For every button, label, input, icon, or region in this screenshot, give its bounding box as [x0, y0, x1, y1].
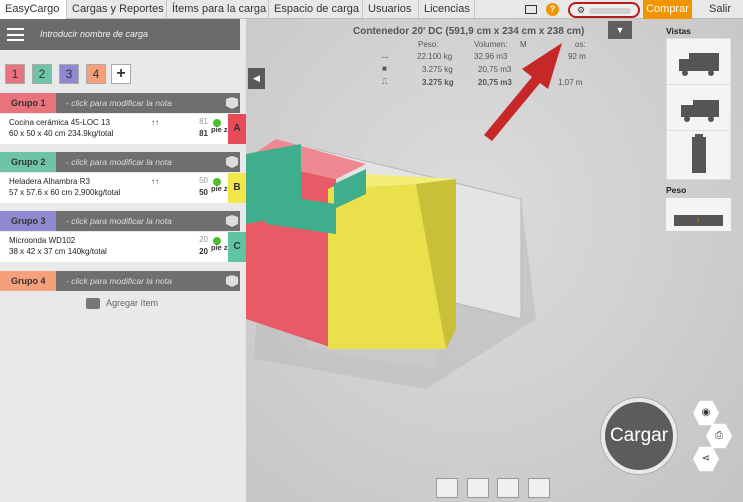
group-tab-1[interactable]: 1	[5, 64, 25, 84]
mail-icon[interactable]	[525, 5, 537, 14]
item-dims: 38 x 42 x 37 cm 140kg/total	[9, 247, 107, 256]
orientation-icon: ↑↑	[151, 118, 159, 127]
truck-top-icon	[692, 134, 706, 173]
group-header-2[interactable]: Grupo 2 - click para modificar la nota	[0, 152, 240, 172]
bottom-tool-ban[interactable]	[497, 478, 519, 498]
print-icon: ⎙	[715, 430, 723, 441]
group-note[interactable]: - click para modificar la nota	[66, 271, 172, 291]
item-dims: 60 x 50 x 40 cm 234.9kg/total	[9, 129, 114, 138]
item-name: Cocina cerámica 45-LOC 13	[9, 118, 110, 127]
item-name: Microonda WD102	[9, 236, 76, 245]
group-label: Grupo 1	[0, 93, 56, 113]
group-note[interactable]: - click para modificar la nota	[66, 211, 172, 231]
list-item[interactable]: Microonda WD102 38 x 42 x 37 cm 140kg/to…	[0, 232, 246, 262]
group-label: Grupo 2	[0, 152, 56, 172]
help-icon[interactable]: ?	[546, 3, 559, 16]
group-note[interactable]: - click para modificar la nota	[66, 152, 172, 172]
load-name-input[interactable]: Introducir nombre de carga	[40, 29, 148, 39]
peso-loaded: 3.275 kg	[422, 65, 453, 74]
comprar-button[interactable]: Comprar	[643, 0, 692, 19]
list-item[interactable]: Heladera Alhambra R3 57 x 57.6 x 60 cm 2…	[0, 173, 246, 203]
collapse-panel-button[interactable]: ◀	[248, 68, 265, 89]
share-icon: ⋖	[701, 453, 711, 464]
quantity-loaded: 20	[199, 235, 208, 244]
red-arrow-annotation	[484, 43, 562, 141]
load-icon: ■	[382, 64, 387, 73]
group-label: Grupo 4	[0, 271, 56, 291]
group-header-1[interactable]: Grupo 1 - click para modificar la nota	[0, 93, 240, 113]
gear-icon: ⚙	[577, 5, 586, 15]
add-item-label: Agregar ítem	[106, 298, 159, 308]
box-icon[interactable]	[222, 215, 238, 227]
cargar-button[interactable]: Cargar	[601, 398, 677, 474]
box-icon[interactable]	[222, 156, 238, 168]
group-tab-3[interactable]: 3	[59, 64, 79, 84]
camera-icon: ◉	[701, 407, 711, 418]
peso-max: 22.100 kg	[417, 52, 453, 61]
view-3d-button[interactable]	[666, 84, 731, 134]
container-dropdown-button[interactable]: ▼	[608, 21, 632, 39]
group-label: Grupo 3	[0, 211, 56, 231]
view-top-button[interactable]	[666, 130, 731, 180]
item-letter-badge: A	[228, 114, 246, 144]
salir-button[interactable]: Salir	[700, 0, 740, 19]
tab-usuarios[interactable]: Usuarios	[363, 0, 419, 19]
view-side-button[interactable]	[666, 38, 731, 88]
orientation-icon: ↑↑	[151, 177, 159, 186]
tab-cargas-reportes[interactable]: Cargas y Reportes	[67, 0, 167, 19]
max-capacity-icon: ⌴	[382, 51, 389, 60]
bottom-tool-grid[interactable]	[528, 478, 550, 498]
group-note[interactable]: - click para modificar la nota	[66, 93, 172, 113]
user-menu[interactable]: ⚙	[568, 2, 640, 18]
group-tab-2[interactable]: 2	[32, 64, 52, 84]
tab-items[interactable]: Ítems para la carga	[167, 0, 269, 19]
tab-licencias[interactable]: Licencias	[419, 0, 475, 19]
truck-3d-icon	[681, 100, 719, 122]
add-item-button[interactable]: Agregar ítem	[86, 298, 159, 310]
bottom-tool-kg[interactable]	[467, 478, 489, 498]
add-group-button[interactable]: +	[111, 64, 131, 84]
quantity-total[interactable]: 20	[190, 247, 208, 256]
tab-espacio[interactable]: Espacio de carga	[269, 0, 363, 19]
bottom-tool-1[interactable]	[436, 478, 458, 498]
username-blurred	[589, 7, 632, 14]
group-header-4[interactable]: Grupo 4 - click para modificar la nota	[0, 271, 240, 291]
tab-easycargo[interactable]: EasyCargo	[0, 0, 67, 19]
quantity-total[interactable]: 81	[190, 129, 208, 138]
item-name: Heladera Alhambra R3	[9, 177, 90, 186]
peso-total: 3.275 kg	[422, 78, 454, 87]
item-letter-badge: B	[228, 173, 246, 203]
add-item-icon	[86, 298, 100, 310]
box-icon[interactable]	[222, 97, 238, 109]
group-header-3[interactable]: Grupo 3 - click para modificar la nota	[0, 211, 240, 231]
vistas-label: Vistas	[666, 26, 691, 36]
menu-icon[interactable]	[7, 28, 24, 41]
total-icon: ⎍	[382, 77, 388, 86]
quantity-loaded: 50	[199, 176, 208, 185]
quantity-loaded: 81	[199, 117, 208, 126]
quantity-total[interactable]: 50	[190, 188, 208, 197]
peso-header: Peso:	[418, 40, 439, 49]
peso-label: Peso	[666, 185, 687, 195]
weight-distribution-button[interactable]: ↓	[666, 198, 731, 231]
list-item[interactable]: Cocina cerámica 45-LOC 13 60 x 50 x 40 c…	[0, 114, 246, 144]
group-tab-4[interactable]: 4	[86, 64, 106, 84]
truck-side-icon	[679, 53, 719, 76]
item-dims: 57 x 57.6 x 60 cm 2,900kg/total	[9, 188, 121, 197]
box-icon[interactable]	[222, 275, 238, 287]
item-letter-badge: C	[228, 232, 246, 262]
weight-arrow-icon: ↓	[696, 214, 700, 223]
